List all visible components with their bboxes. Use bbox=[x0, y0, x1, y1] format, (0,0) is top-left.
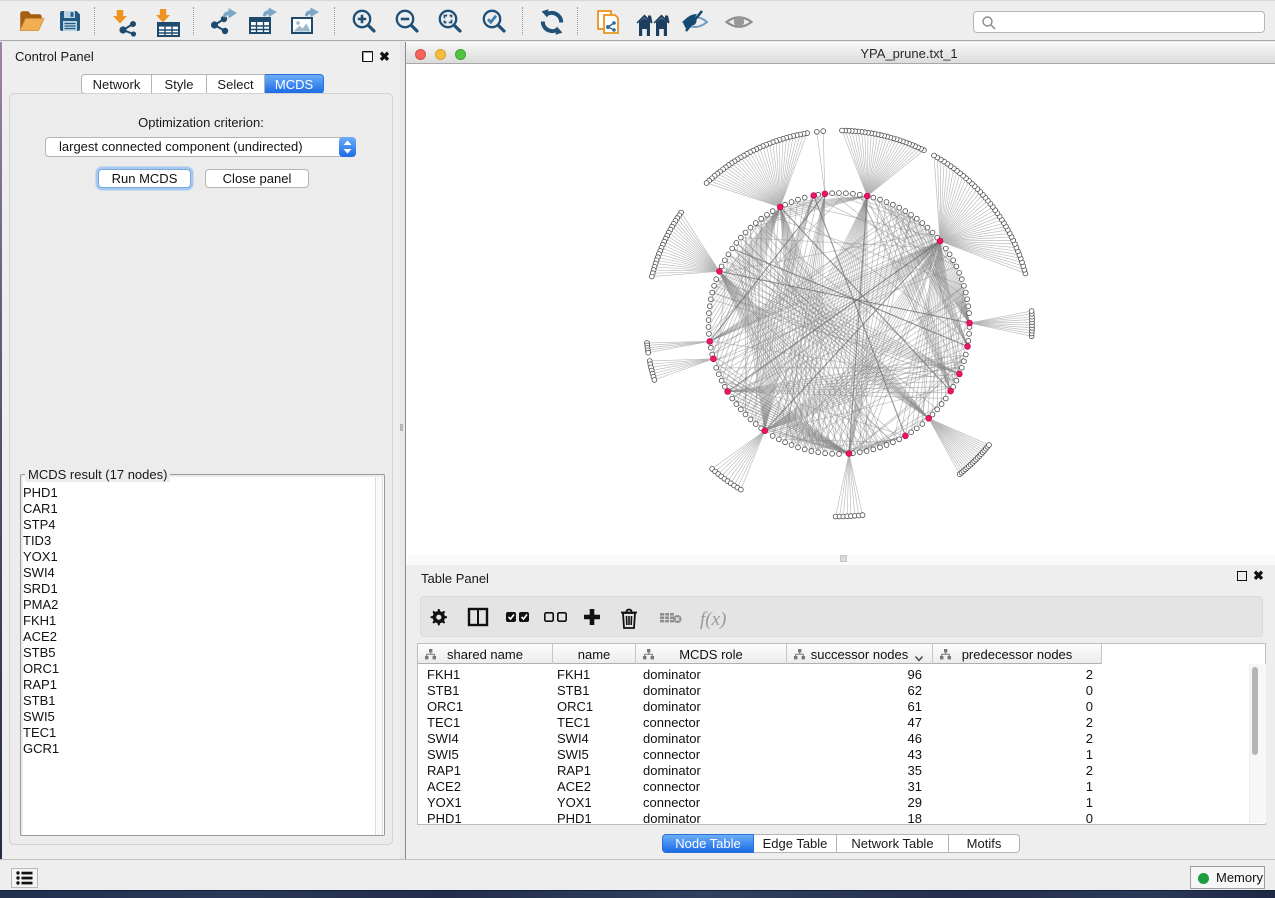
svg-text:f(x): f(x) bbox=[700, 609, 726, 630]
